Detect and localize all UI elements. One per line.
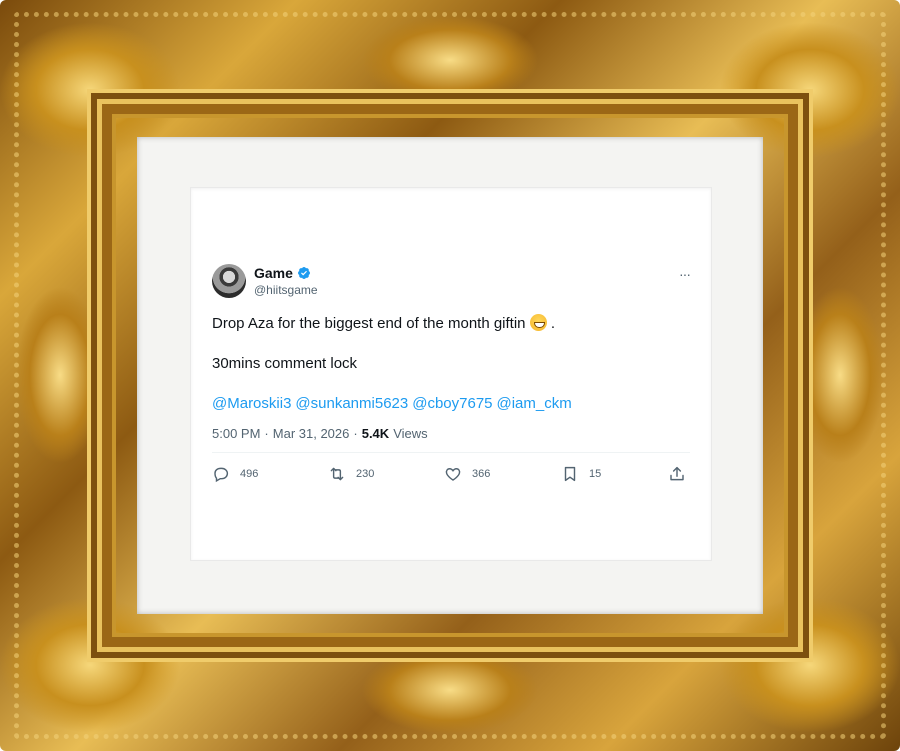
- tweet-time[interactable]: 5:00 PM: [212, 426, 260, 441]
- avatar[interactable]: [212, 264, 246, 298]
- bookmark-count: 15: [589, 468, 602, 480]
- tweet-date[interactable]: Mar 31, 2026: [273, 426, 350, 441]
- repost-icon: [330, 467, 344, 481]
- reply-button[interactable]: 496: [212, 465, 258, 483]
- author-handle[interactable]: @hiitsgame: [254, 283, 318, 297]
- meta-separator: ·: [353, 426, 358, 441]
- like-count: 366: [472, 468, 491, 480]
- views-count: 5.4K: [361, 426, 390, 441]
- verified-badge-icon: [297, 267, 310, 279]
- reply-icon: [214, 467, 229, 483]
- tweet-text: Drop Aza for the biggest end of the mont…: [212, 315, 526, 332]
- grinning-face-emoji-icon: [529, 314, 547, 331]
- tweet: Game @hiitsgame ··· Drop Aza for the big…: [212, 264, 691, 493]
- bookmark-button[interactable]: 15: [561, 465, 601, 483]
- mentions: @Maroskii3 @sunkanmi5623 @cboy7675 @iam_…: [212, 394, 690, 414]
- tweet-meta: 5:00 PM · Mar 31, 2026 · 5.4K Views: [212, 426, 690, 441]
- tweet-text-line-2: 30mins comment lock: [212, 355, 358, 372]
- tweet-actions: 496 230 366 15: [212, 453, 690, 493]
- mention-link[interactable]: @cboy7675: [412, 394, 492, 414]
- author-name-row: Game: [254, 265, 311, 281]
- repost-button[interactable]: 230: [328, 465, 374, 483]
- tweet-text-suffix: .: [550, 315, 556, 332]
- mention-link[interactable]: @iam_ckm: [497, 394, 572, 414]
- more-options-button[interactable]: ···: [679, 266, 691, 282]
- heart-icon: [445, 468, 461, 481]
- screenshot: Game @hiitsgame ··· Drop Aza for the big…: [0, 0, 900, 751]
- share-button[interactable]: [668, 465, 686, 483]
- mention-link[interactable]: @sunkanmi5623: [295, 394, 408, 414]
- meta-separator: ·: [264, 426, 269, 441]
- tweet-header: Game @hiitsgame ···: [212, 264, 691, 298]
- repost-count: 230: [356, 468, 375, 480]
- reply-count: 496: [240, 468, 259, 480]
- tweet-text-line-1: Drop Aza for the biggest end of the mont…: [212, 314, 690, 334]
- mention-link[interactable]: @Maroskii3: [212, 394, 291, 414]
- views-label: Views: [393, 426, 428, 441]
- like-button[interactable]: 366: [444, 465, 490, 483]
- share-icon: [670, 466, 684, 481]
- author-name[interactable]: Game: [254, 265, 293, 281]
- tweet-card: Game @hiitsgame ··· Drop Aza for the big…: [191, 188, 711, 560]
- bookmark-icon: [564, 466, 576, 482]
